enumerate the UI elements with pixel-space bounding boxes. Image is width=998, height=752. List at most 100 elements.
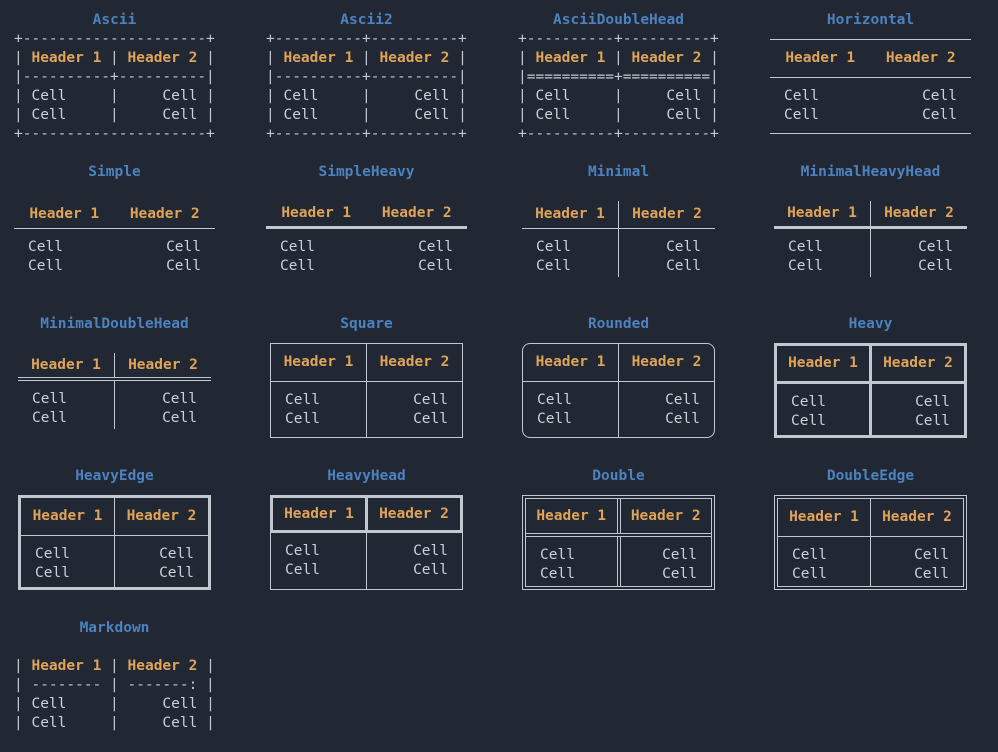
- table-body: CellCellCellCell: [266, 229, 467, 277]
- table-column: CellCell: [115, 381, 211, 429]
- table-box: Header 1Header 2CellCellCellCell: [522, 343, 715, 438]
- table-title: Ascii2: [266, 11, 467, 30]
- body-cell: Cell: [871, 87, 972, 106]
- border-chars: |: [570, 107, 666, 123]
- header-cell: Header 1: [273, 498, 368, 530]
- border-chars: |: [318, 107, 414, 123]
- table-header-row: Header 1Header 2: [271, 344, 462, 382]
- table-markdown: Markdown | Header 1 | Header 2 | | -----…: [14, 619, 215, 752]
- table-box: Header 1Header 2CellCellCellCell: [774, 495, 967, 590]
- body-cell: Cell: [115, 564, 208, 583]
- body-cell: Cell: [871, 106, 972, 125]
- table-header-row: Header 1Header 2: [522, 201, 715, 229]
- table-box: Header 1Header 2CellCellCellCell: [774, 201, 967, 277]
- border-chars: |: [570, 88, 666, 104]
- table-column: CellCell: [367, 229, 468, 277]
- body-cell: Cell: [872, 393, 964, 412]
- border-chars: |: [14, 696, 31, 712]
- border-chars: |: [701, 88, 718, 104]
- border-chars: |: [66, 107, 162, 123]
- body-cell: Cell: [777, 393, 869, 412]
- table-column: CellCell: [619, 382, 714, 437]
- header-cell: Header 2: [619, 201, 715, 228]
- body-cell: Cell: [526, 565, 617, 584]
- body-cell: Cell: [871, 257, 967, 276]
- border-chars: |: [449, 50, 466, 66]
- border-chars: |: [14, 107, 31, 123]
- table-heavy-head: HeavyHeadHeader 1Header 2CellCellCellCel…: [266, 467, 467, 590]
- body-cell: Cell: [14, 238, 115, 257]
- table-column: CellCell: [115, 229, 216, 277]
- table-column: CellCell: [271, 382, 367, 437]
- table-title: Ascii: [14, 11, 215, 30]
- border-chars: |: [101, 50, 127, 66]
- table-ascii2: Ascii2+----------+----------+ | Header 1…: [266, 11, 467, 144]
- table-column: CellCell: [266, 229, 367, 277]
- header-cell: Header 2: [115, 353, 211, 377]
- table-column: CellCell: [367, 533, 462, 589]
- header-cell: Header 1: [31, 658, 101, 674]
- table-column: CellCell: [18, 381, 115, 429]
- body-cell: Cell: [31, 107, 66, 123]
- body-cell: Cell: [526, 546, 617, 565]
- border-chars: |: [449, 88, 466, 104]
- table-rounded: Rounded Header 1Header 2CellCellCellCell: [518, 315, 719, 438]
- body-cell: Cell: [367, 410, 462, 429]
- border-chars: |: [449, 107, 466, 123]
- header-cell: Header 1: [526, 499, 621, 533]
- table-body: CellCellCellCell: [522, 229, 715, 277]
- header-cell: Header 1: [14, 201, 115, 228]
- header-cell: Header 2: [115, 498, 208, 535]
- border-chars: |: [197, 658, 214, 674]
- body-cell: Cell: [414, 88, 449, 104]
- table-body: CellCellCellCell: [778, 537, 963, 586]
- border-chars: |: [101, 658, 127, 674]
- body-cell: Cell: [31, 88, 66, 104]
- table-header-row: Header 1Header 2: [21, 498, 208, 536]
- body-cell: Cell: [523, 391, 618, 410]
- body-cell: Cell: [31, 696, 66, 712]
- table-body: CellCellCellCell: [271, 382, 462, 437]
- body-cell: Cell: [666, 88, 701, 104]
- table-body: CellCellCellCell: [14, 229, 215, 277]
- table-header-row: Header 1Header 2: [526, 499, 711, 537]
- table-box: +----------+----------+ | Header 1 | Hea…: [266, 30, 467, 144]
- table-body: CellCellCellCell: [18, 381, 211, 429]
- table-box: Header 1Header 2CellCellCellCell: [270, 343, 463, 438]
- table-column: CellCell: [526, 537, 621, 586]
- table-body: CellCellCellCell: [21, 536, 208, 587]
- table-column: CellCell: [871, 537, 963, 586]
- table-box: Header 1Header 2CellCellCellCell: [266, 201, 467, 277]
- table-title: AsciiDoubleHead: [518, 11, 719, 30]
- header-cell: Header 1: [18, 353, 115, 377]
- body-cell: Cell: [271, 542, 366, 561]
- header-cell: Header 2: [871, 201, 967, 226]
- border-chars: |: [197, 715, 214, 731]
- table-square: SquareHeader 1Header 2CellCellCellCell: [266, 315, 467, 438]
- body-cell: Cell: [778, 565, 870, 584]
- border-chars: |: [518, 50, 535, 66]
- border-chars: |==========+==========|: [518, 69, 719, 85]
- border-chars: |: [518, 107, 535, 123]
- body-cell: Cell: [367, 561, 462, 580]
- table-ascii: Ascii+---------------------+ | Header 1 …: [14, 11, 215, 144]
- header-cell: Header 1: [21, 498, 115, 535]
- body-cell: Cell: [266, 238, 367, 257]
- border-chars: +----------+----------+: [518, 31, 719, 47]
- body-cell: Cell: [619, 410, 714, 429]
- header-cell: Header 1: [271, 344, 367, 381]
- header-cell: Header 1: [522, 201, 619, 228]
- border-chars: |: [353, 50, 379, 66]
- header-cell: Header 1: [523, 344, 619, 381]
- body-cell: Cell: [871, 546, 963, 565]
- body-cell: Cell: [162, 715, 197, 731]
- body-cell: Cell: [774, 257, 870, 276]
- body-cell: Cell: [872, 412, 964, 431]
- header-cell: Header 2: [872, 346, 964, 381]
- border-chars: |: [605, 50, 631, 66]
- table-column: CellCell: [774, 229, 871, 277]
- border-chars: |: [14, 50, 31, 66]
- table-title: Rounded: [518, 315, 719, 334]
- border-chars: |----------+----------|: [266, 69, 467, 85]
- header-cell: Header 2: [367, 344, 462, 381]
